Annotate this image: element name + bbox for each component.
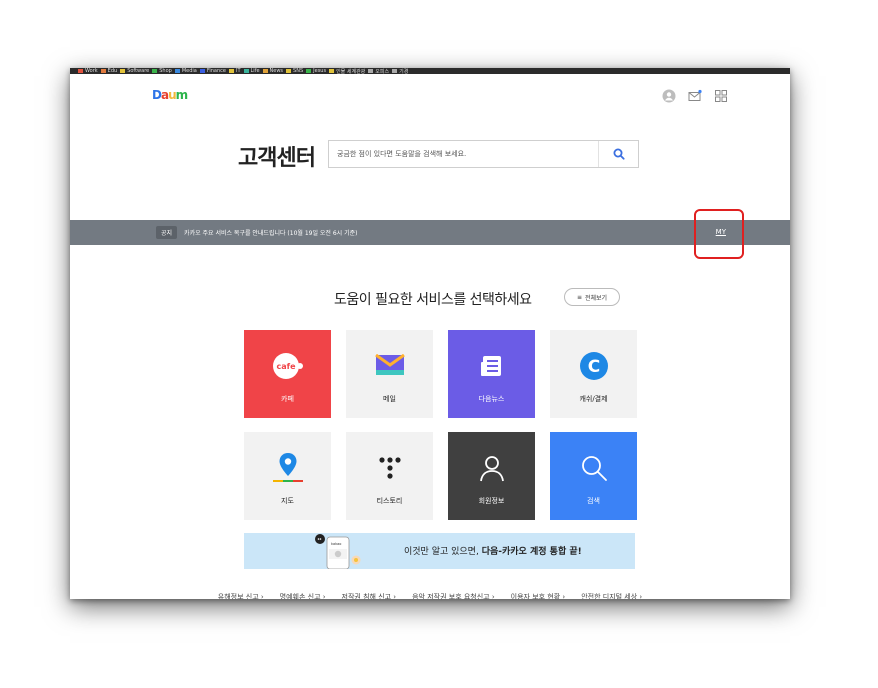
- view-all-button[interactable]: ≡ 전체보기: [564, 288, 620, 306]
- services-title: 도움이 필요한 서비스를 선택하세요: [334, 292, 532, 308]
- svg-text:C: C: [587, 357, 599, 377]
- view-all-label: 전체보기: [584, 294, 608, 302]
- svg-text:cafe: cafe: [276, 362, 296, 371]
- service-tile-label: 검색: [587, 497, 600, 505]
- service-tile-label: 캐쉬/결제: [579, 395, 608, 403]
- notice-tag: 공지: [156, 226, 178, 239]
- service-tile-cash[interactable]: C 캐쉬/결제: [550, 330, 637, 418]
- footer-link[interactable]: 이용자 보호 현황 ›: [511, 592, 566, 599]
- service-grid: cafe 카페 메일 다음뉴스 C 캐쉬/결제지도 티스토리 회원정보 검색: [244, 330, 637, 520]
- footer-link[interactable]: 명예훼손 신고 ›: [280, 592, 326, 599]
- banner-text: 이것만 알고 있으면, 다음-카카오 계정 통합 끝!: [404, 547, 582, 557]
- search-button[interactable]: [598, 141, 638, 167]
- services-header: 도움이 필요한 서비스를 선택하세요 ≡ 전체보기: [70, 245, 790, 315]
- folder-icon: [262, 69, 268, 73]
- folder-icon: [174, 69, 180, 73]
- folder-icon: [243, 69, 249, 73]
- folder-icon: [368, 69, 374, 73]
- profile-icon[interactable]: [662, 88, 676, 103]
- footer-link[interactable]: 안전한 디지털 세상 ›: [581, 592, 642, 599]
- folder-icon: [392, 69, 398, 73]
- footer-links: 유해정보 신고 › 명예훼손 신고 › 저작권 침해 신고 › 음악 저작권 보호 요…: [70, 592, 790, 599]
- folder-icon: [286, 69, 292, 73]
- phone-illustration-icon: kakao: [315, 534, 361, 569]
- service-tile-label: 다음뉴스: [478, 395, 505, 403]
- tistory-icon: [377, 450, 403, 486]
- mail-icon: [374, 348, 405, 384]
- browser-window: Work Edu Software Shop Media Finance IT Life New…: [70, 68, 790, 599]
- folder-icon: [306, 69, 312, 73]
- page-title: 고객센터: [238, 146, 316, 171]
- search-input[interactable]: [329, 141, 598, 167]
- daum-logo[interactable]: Daum: [152, 88, 188, 102]
- footer-link[interactable]: 음악 저작권 보호 요청신고 ›: [412, 592, 495, 599]
- folder-icon: [228, 69, 234, 73]
- service-tile-cafe[interactable]: cafe 카페: [244, 330, 331, 418]
- folder-icon: [199, 69, 205, 73]
- service-tile-label: 메일: [383, 395, 396, 403]
- folder-icon: [100, 69, 106, 73]
- search-box: [328, 140, 639, 168]
- service-tile-mail[interactable]: 메일: [346, 330, 433, 418]
- magnifier-icon: [613, 148, 625, 160]
- svg-text:kakao: kakao: [331, 542, 341, 546]
- mail-notification-icon[interactable]: [688, 88, 702, 102]
- service-tile-user[interactable]: 회원정보: [448, 432, 535, 520]
- service-tile-label: 카페: [281, 395, 294, 403]
- cafe-icon: cafe: [271, 348, 305, 384]
- service-tile-tistory[interactable]: 티스토리: [346, 432, 433, 520]
- menu-icon: ≡: [576, 293, 582, 301]
- notice-link[interactable]: 카카오 주요 서비스 복구를 안내드립니다 (10월 19일 오전 6시 기준): [184, 228, 357, 237]
- top-bar: Daum: [70, 74, 790, 114]
- folder-icon: [329, 69, 335, 73]
- service-tile-map-pin[interactable]: 지도: [244, 432, 331, 520]
- cash-icon: C: [579, 348, 609, 384]
- notice-bar: 공지 카카오 주요 서비스 복구를 안내드립니다 (10월 19일 오전 6시 …: [70, 209, 790, 259]
- hero-section: 고객센터: [70, 114, 790, 220]
- service-tile-label: 회원정보: [478, 497, 505, 505]
- service-tile-news[interactable]: 다음뉴스: [448, 330, 535, 418]
- service-tile-label: 티스토리: [376, 497, 403, 505]
- folder-icon: [78, 69, 83, 73]
- top-icons: [662, 88, 728, 103]
- news-icon: [479, 348, 505, 384]
- folder-icon: [152, 69, 158, 73]
- account-banner[interactable]: kakao 이것만 알고 있으면, 다음-카카오 계정 통합 끝!: [244, 533, 635, 569]
- footer-link[interactable]: 저작권 침해 신고 ›: [342, 592, 397, 599]
- app-grid-icon[interactable]: [714, 88, 728, 102]
- user-icon: [477, 450, 507, 486]
- footer-link[interactable]: 유해정보 신고 ›: [218, 592, 264, 599]
- folder-icon: [120, 69, 126, 73]
- service-tile-search[interactable]: 검색: [550, 432, 637, 520]
- service-tile-label: 지도: [281, 497, 294, 505]
- search-icon: [579, 450, 609, 486]
- map-pin-icon: [271, 450, 305, 486]
